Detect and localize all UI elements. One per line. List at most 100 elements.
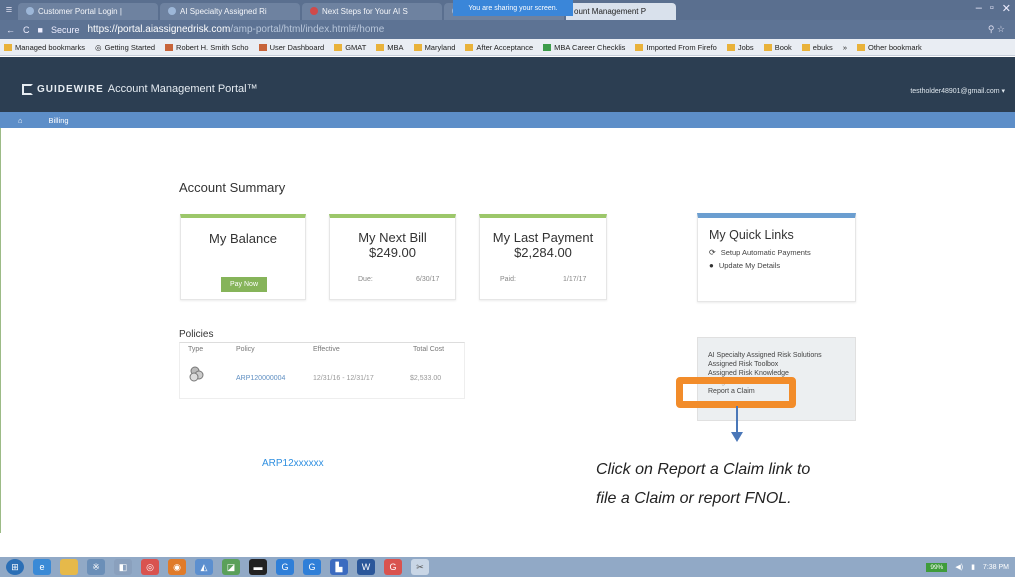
app-icon[interactable]: ◧ bbox=[114, 559, 132, 575]
app-header: GUIDEWIRE Account Management Portal™ tes… bbox=[0, 57, 1015, 112]
bookmark-item[interactable]: Managed bookmarks bbox=[4, 43, 85, 52]
firefox-icon[interactable]: ◉ bbox=[168, 559, 186, 575]
bookmark-item[interactable]: Book bbox=[763, 43, 792, 52]
bookmark-icon bbox=[165, 43, 174, 51]
volume-icon[interactable]: ◀) bbox=[955, 563, 963, 571]
col-header-type: Type bbox=[188, 346, 204, 353]
due-date: 6/30/17 bbox=[416, 276, 440, 283]
bookmark-item[interactable]: Imported From Firefo bbox=[635, 43, 717, 52]
folder-icon bbox=[413, 43, 422, 51]
paid-date: 1/17/17 bbox=[563, 276, 587, 283]
instruction-annotation: Click on Report a Claim link to file a C… bbox=[596, 461, 811, 507]
address-bar: ← C ■ Secure https://portal.aiassignedri… bbox=[0, 20, 1015, 39]
window-menu-icon[interactable]: ≡ bbox=[0, 0, 18, 20]
start-button-icon[interactable]: ⊞ bbox=[6, 559, 24, 575]
bookmarks-bar: Managed bookmarks ◎ Getting Started Rober… bbox=[0, 39, 1015, 56]
resource-link[interactable]: AI Specialty Assigned Risk Solutions bbox=[708, 352, 822, 359]
app-icon[interactable]: ▙ bbox=[330, 559, 348, 575]
browser-tab-bar: ≡ Customer Portal Login | AI Specialty A… bbox=[0, 0, 1015, 20]
secure-label: Secure bbox=[50, 24, 80, 35]
chrome-icon[interactable]: ◎ bbox=[141, 559, 159, 575]
page-title: Account Summary bbox=[179, 180, 286, 195]
bookmark-item[interactable]: User Dashboard bbox=[258, 43, 324, 52]
tab-favicon-icon bbox=[310, 7, 318, 15]
due-label: Due: bbox=[358, 276, 373, 283]
bookmark-item[interactable]: Other bookmark bbox=[856, 43, 922, 52]
folder-icon bbox=[465, 43, 474, 51]
bookmark-item[interactable]: Maryland bbox=[413, 43, 455, 52]
setup-auto-payments-link[interactable]: ⟳ Setup Automatic Payments bbox=[709, 248, 855, 257]
back-icon[interactable]: ← bbox=[6, 25, 15, 35]
callout-arrow-head bbox=[731, 432, 743, 442]
home-icon[interactable]: ⌂ bbox=[18, 116, 23, 125]
bookmark-item[interactable]: ◎ Getting Started bbox=[95, 43, 155, 52]
brand-logo[interactable]: GUIDEWIRE Account Management Portal™ bbox=[22, 83, 258, 95]
col-header-total-cost: Total Cost bbox=[413, 346, 445, 353]
network-icon[interactable]: ▮ bbox=[971, 563, 975, 571]
bookmark-icon bbox=[258, 43, 267, 51]
reload-icon[interactable]: C bbox=[23, 25, 30, 35]
battery-indicator[interactable]: 99% bbox=[926, 562, 948, 572]
bookmark-item[interactable]: Robert H. Smith Scho bbox=[165, 43, 249, 52]
refresh-icon: ⟳ bbox=[709, 248, 716, 257]
bookmark-item[interactable]: ebuks bbox=[801, 43, 833, 52]
word-icon[interactable]: W bbox=[357, 559, 375, 575]
bookmark-item[interactable]: GMAT bbox=[334, 43, 366, 52]
url-input[interactable]: https://portal.aiassignedrisk.com/amp-po… bbox=[87, 24, 384, 35]
tab-favicon-icon bbox=[168, 7, 176, 15]
update-details-link[interactable]: ● Update My Details bbox=[709, 261, 855, 270]
chrome-icon[interactable]: G bbox=[276, 559, 294, 575]
guidewire-logo-icon bbox=[22, 83, 33, 95]
app-icon[interactable]: ※ bbox=[87, 559, 105, 575]
resource-link[interactable]: Assigned Risk Toolbox bbox=[708, 361, 778, 368]
bookmark-item[interactable]: MBA Career Checklis bbox=[543, 43, 625, 52]
app-icon[interactable]: ◪ bbox=[222, 559, 240, 575]
folder-icon bbox=[635, 43, 644, 51]
policy-link[interactable]: ARP120000004 bbox=[236, 375, 285, 382]
resource-link[interactable]: Assigned Risk Knowledge bbox=[708, 370, 789, 377]
user-menu[interactable]: testholder48901@gmail.com ▾ bbox=[910, 87, 1005, 95]
maximize-icon[interactable]: ▫ bbox=[990, 2, 994, 15]
tab-favicon-icon bbox=[26, 7, 34, 15]
screen-share-banner: You are sharing your screen. bbox=[453, 0, 573, 16]
clock[interactable]: 7:38 PM bbox=[983, 564, 1009, 571]
chrome-icon[interactable]: G bbox=[303, 559, 321, 575]
window-controls: – ▫ ✕ bbox=[976, 2, 1011, 15]
bookmark-item[interactable]: After Acceptance bbox=[465, 43, 533, 52]
windows-taskbar: ⊞ e ※ ◧ ◎ ◉ ◭ ◪ ▬ G G ▙ W G ✂ 99% ◀) ▮ 7… bbox=[0, 557, 1015, 577]
folder-icon bbox=[4, 43, 12, 51]
ie-icon[interactable]: e bbox=[33, 559, 51, 575]
last-payment-card: My Last Payment $2,284.00 Paid: 1/17/17 bbox=[479, 214, 607, 300]
browser-tab[interactable]: Next Steps for Your AI S bbox=[302, 3, 442, 20]
folder-icon bbox=[334, 43, 343, 51]
nav-billing[interactable]: Billing bbox=[49, 116, 69, 125]
snipping-tool-icon[interactable]: ✂ bbox=[411, 559, 429, 575]
browser-tab[interactable]: Customer Portal Login | bbox=[18, 3, 158, 20]
folder-icon bbox=[856, 43, 865, 51]
main-nav: ⌂ Billing bbox=[0, 112, 1015, 128]
quick-links-card: My Quick Links ⟳ Setup Automatic Payment… bbox=[697, 213, 856, 302]
balance-card: My Balance Pay Now bbox=[180, 214, 306, 300]
col-header-policy: Policy bbox=[236, 346, 255, 353]
minimize-icon[interactable]: – bbox=[976, 2, 982, 15]
policy-total-cost: $2,533.00 bbox=[410, 375, 442, 382]
callout-arrow bbox=[736, 406, 738, 434]
chrome-icon[interactable]: G bbox=[384, 559, 402, 575]
policy-effective: 12/31/16 - 12/31/17 bbox=[313, 375, 374, 382]
folder-icon bbox=[763, 43, 772, 51]
zoom-star-icons[interactable]: ⚲ ☆ bbox=[988, 24, 1005, 35]
close-icon[interactable]: ✕ bbox=[1002, 2, 1011, 15]
col-header-effective: Effective bbox=[313, 346, 340, 353]
pay-now-button[interactable]: Pay Now bbox=[221, 277, 267, 292]
lock-icon: ■ bbox=[37, 24, 43, 35]
bookmarks-overflow[interactable]: » bbox=[843, 43, 847, 52]
bookmark-item[interactable]: Jobs bbox=[726, 43, 754, 52]
terminal-icon[interactable]: ▬ bbox=[249, 559, 267, 575]
browser-tab[interactable]: AI Specialty Assigned Ri bbox=[160, 3, 300, 20]
policies-table: Type Policy Effective Total Cost ARP1200… bbox=[179, 342, 465, 399]
app-icon[interactable]: ◭ bbox=[195, 559, 213, 575]
folder-icon[interactable] bbox=[60, 559, 78, 575]
next-bill-card: My Next Bill $249.00 Due: 6/30/17 bbox=[329, 214, 456, 300]
browser-tab-active[interactable]: ount Management P bbox=[566, 3, 676, 20]
bookmark-item[interactable]: MBA bbox=[376, 43, 404, 52]
